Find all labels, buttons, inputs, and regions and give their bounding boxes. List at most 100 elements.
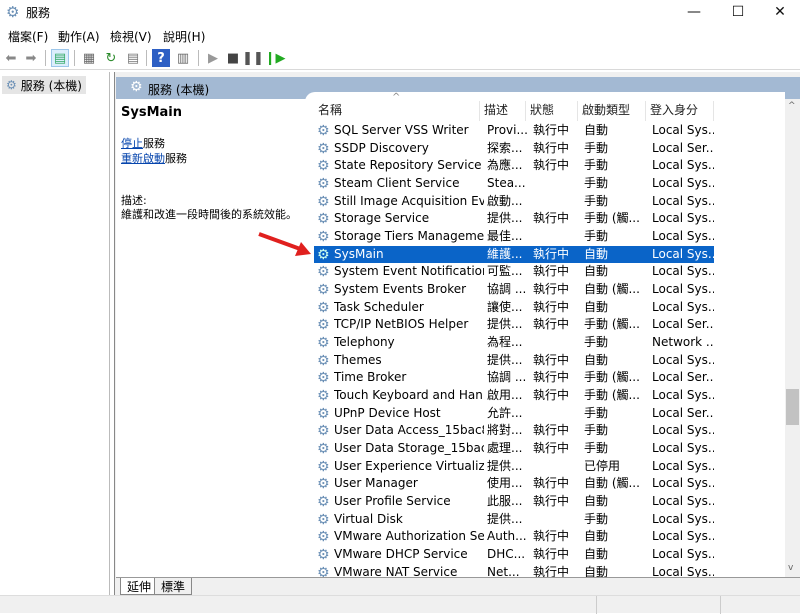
description-cell: 為程... — [487, 334, 523, 349]
table-row[interactable]: ⚙ System Event Notification ...可監... 執行中自動… — [314, 263, 714, 281]
action-pane-icon[interactable]: ▥ — [174, 49, 192, 67]
service-gear-icon: ⚙ — [317, 194, 330, 209]
table-row[interactable]: ⚙ Virtual Disk 提供... 手動 Local Sys... — [314, 511, 714, 529]
status-cell: 執行中 — [533, 352, 570, 367]
services-gear-icon: ⚙ — [6, 3, 20, 21]
table-row[interactable]: ⚙ Task Scheduler 讓使... 執行中 自動 Local Sys... — [314, 299, 714, 317]
description-cell: 探索... — [487, 140, 523, 155]
log-on-as-cell: Local Sys... — [652, 493, 714, 508]
table-row[interactable]: ⚙ User Profile Service 此服... 執行中 自動 Local Sys… — [314, 493, 714, 511]
status-cell: 執行中 — [533, 493, 570, 508]
vertical-scrollbar[interactable]: ^ v — [785, 99, 800, 577]
log-on-as-cell: Local Sys... — [652, 158, 714, 173]
status-cell: 執行中 — [533, 123, 570, 137]
table-row[interactable]: ⚙ User Experience Virtualiza...提供... 已停用 Lo… — [314, 458, 714, 476]
description-cell: 提供... — [487, 352, 523, 367]
scroll-down-icon[interactable]: v — [788, 563, 793, 573]
table-row[interactable]: ⚙ SSDP Discovery 探索... 執行中 手動 Local Ser... — [314, 140, 714, 158]
table-row[interactable]: ⚙ User Data Storage_15bac... 處理... 執行中 手動 Loc… — [314, 440, 714, 458]
start-service-icon[interactable]: ▶ — [204, 49, 222, 67]
service-name-cell: Task Scheduler — [334, 299, 424, 314]
service-name-cell: Virtual Disk — [334, 511, 403, 526]
log-on-as-cell: Local Sys... — [652, 246, 714, 261]
table-row[interactable]: ⚙ Steam Client Service Stea... 手動 Local Sys.… — [314, 175, 714, 193]
startup-type-cell: 手動 — [584, 423, 609, 438]
service-gear-icon: ⚙ — [317, 300, 330, 315]
minimize-button[interactable]: — — [674, 0, 714, 24]
show-hide-tree-icon[interactable]: ▤ — [51, 49, 69, 67]
table-row[interactable]: ⚙ User Data Access_15bac8fe將對... 執行中手動 Loca… — [314, 422, 714, 440]
service-name-cell: Still Image Acquisition Eve... — [334, 193, 484, 208]
service-name-cell: TCP/IP NetBIOS Helper — [334, 317, 469, 332]
service-name-cell: User Data Storage_15bac... — [334, 440, 484, 455]
refresh-icon[interactable]: ↻ — [102, 49, 120, 67]
restart-service-icon[interactable]: ❙▶ — [265, 49, 286, 67]
log-on-as-cell: Local Ser... — [652, 370, 714, 385]
scroll-up-icon[interactable]: ^ — [788, 101, 796, 111]
startup-type-cell: 已停用 — [584, 458, 621, 473]
startup-type-cell: 自動 — [584, 352, 609, 367]
service-gear-icon: ⚙ — [317, 124, 330, 138]
table-row[interactable]: ⚙ Telephony 為程... 手動 Network ... — [314, 334, 714, 352]
scrollbar-thumb[interactable] — [786, 389, 799, 425]
table-row[interactable]: ⚙ VMware DHCP Service DHC... 執行中 自動 Local Sys… — [314, 546, 714, 564]
stop-suffix: 服務 — [143, 137, 165, 150]
pause-service-icon[interactable]: ❚❚ — [242, 49, 264, 67]
table-row[interactable]: ⚙ System Events Broker 協調 ... 執行中 自動 (觸... Lo… — [314, 281, 714, 299]
column-header-description[interactable]: 描述 — [480, 101, 526, 121]
stop-service-icon[interactable]: ■ — [224, 49, 242, 67]
table-row[interactable]: ⚙ SysMain 維護... 執行中 自動 Local Sys... — [314, 245, 714, 264]
menu-view[interactable]: 檢視(V) — [110, 28, 152, 45]
menu-file[interactable]: 檔案(F) — [8, 28, 48, 45]
table-row[interactable]: ⚙ Time Broker 協調 ... 執行中 手動 (觸... Local Ser..… — [314, 369, 714, 387]
column-header-name[interactable]: 名稱 — [314, 101, 480, 121]
column-header-startup-type[interactable]: 啟動類型 — [578, 101, 646, 121]
log-on-as-cell: Local Sys... — [652, 387, 714, 402]
table-row[interactable]: ⚙ Storage Tiers Management 最佳... 手動 Local Sy… — [314, 228, 714, 246]
table-row[interactable]: ⚙ Themes 提供... 執行中 自動 Local Sys... — [314, 352, 714, 370]
table-row[interactable]: ⚙ State Repository Service 為應... 執行中 手動 Local… — [314, 157, 714, 175]
menu-action[interactable]: 動作(A) — [58, 28, 100, 45]
status-cell: 執行中 — [533, 140, 570, 155]
log-on-as-cell: Local Ser... — [652, 140, 714, 155]
description-cell: 讓使... — [487, 299, 523, 314]
table-row[interactable]: ⚙ SQL Server VSS Writer Provi... 執行中 自動 Local… — [314, 122, 714, 140]
restart-service-link[interactable]: 重新啟動 — [121, 152, 165, 165]
column-header-status[interactable]: 狀態 — [526, 101, 578, 121]
service-gear-icon: ⚙ — [317, 530, 330, 545]
status-cell: 執行中 — [533, 246, 570, 261]
table-row[interactable]: ⚙ Touch Keyboard and Han... 啟用... 執行中 手動 (觸.… — [314, 387, 714, 405]
service-name-cell: VMware DHCP Service — [334, 546, 468, 561]
help-icon[interactable]: ? — [152, 49, 170, 67]
table-row[interactable]: ⚙ Storage Service 提供... 執行中 手動 (觸... Local Sy… — [314, 210, 714, 228]
column-header-log-on-as[interactable]: 登入身分 — [646, 101, 714, 121]
tab-standard[interactable]: 標準 — [154, 578, 193, 595]
log-on-as-cell: Network ... — [652, 334, 714, 349]
export-list-icon[interactable]: ▤ — [124, 49, 142, 67]
status-cell: 執行中 — [533, 529, 570, 544]
stop-service-link[interactable]: 停止 — [121, 137, 143, 150]
status-cell: 執行中 — [533, 440, 570, 455]
properties-icon[interactable]: ▦ — [80, 49, 98, 67]
tree-node-label: 服務 (本機) — [20, 78, 82, 93]
service-name-cell: Steam Client Service — [334, 175, 460, 190]
menu-help[interactable]: 說明(H) — [163, 28, 205, 45]
description-cell: 處理... — [487, 440, 523, 455]
tab-extended[interactable]: 延伸 — [120, 578, 159, 595]
startup-type-cell: 自動 (觸... — [584, 476, 640, 491]
table-row[interactable]: ⚙ Still Image Acquisition Eve...啟動... 手動 Lo… — [314, 193, 714, 211]
table-row[interactable]: ⚙ TCP/IP NetBIOS Helper 提供... 執行中 手動 (觸... Lo… — [314, 316, 714, 334]
table-row[interactable]: ⚙ VMware Authorization Ser... Auth... 執行中 自動… — [314, 528, 714, 546]
startup-type-cell: 自動 — [584, 529, 609, 544]
back-arrow-icon[interactable]: ⬅ — [2, 49, 20, 67]
table-row[interactable]: ⚙ UPnP Device Host 允許... 手動 Local Ser... — [314, 405, 714, 423]
table-row[interactable]: ⚙ User Manager 使用... 執行中 自動 (觸... Local Sys..… — [314, 475, 714, 493]
maximize-button[interactable]: ☐ — [718, 0, 758, 24]
service-name-cell: Themes — [334, 352, 382, 367]
status-cell: 執行中 — [533, 423, 570, 438]
forward-arrow-icon[interactable]: ➡ — [22, 49, 40, 67]
service-name-cell: User Manager — [334, 476, 418, 491]
tree-pane: ⚙ 服務 (本機) — [0, 72, 110, 595]
close-button[interactable]: ✕ — [760, 0, 800, 24]
tree-node-services-local[interactable]: ⚙ 服務 (本機) — [2, 76, 86, 94]
